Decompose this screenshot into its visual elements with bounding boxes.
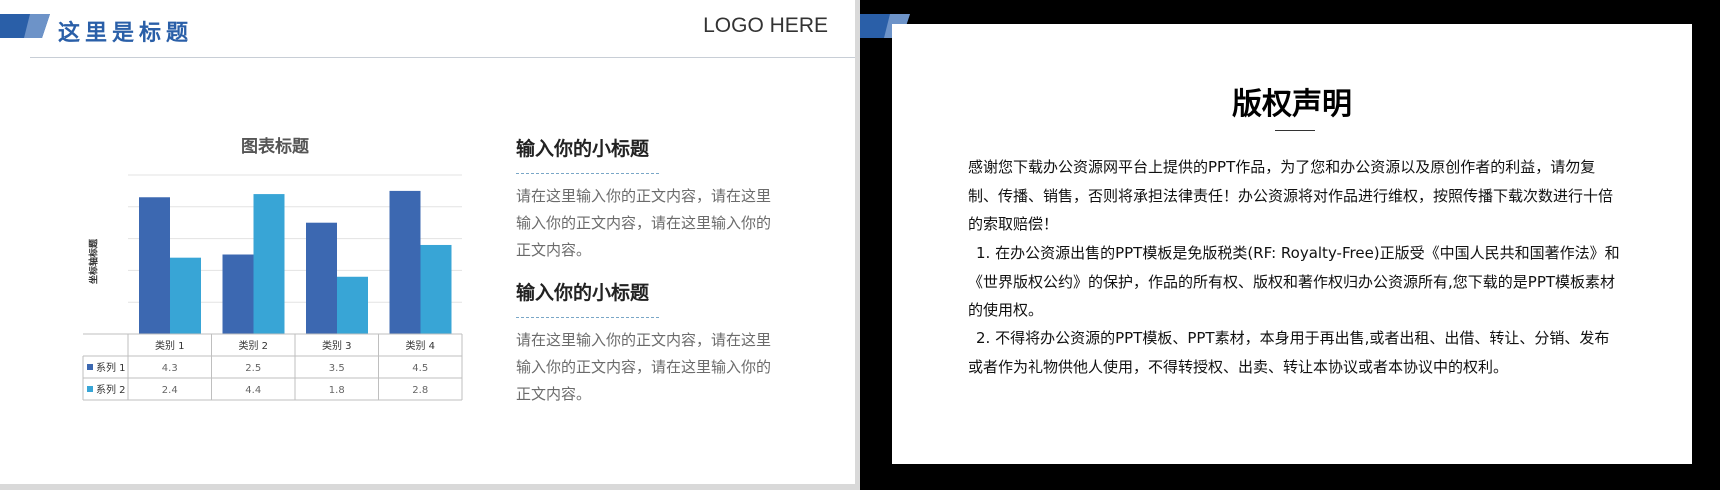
bar-1-4 [389,190,421,334]
data-label: 4.4 [245,385,261,396]
logo-placeholder: LOGO HERE [703,14,828,37]
header-divider [30,57,855,58]
body-text-2: 请在这里输入你的正文内容，请在这里输入你的正文内容，请在这里输入你的正文内容。 [516,331,772,403]
data-label: 3.5 [329,363,345,374]
notice-title: 版权声明 [1232,87,1352,122]
data-label: 1.8 [329,385,345,396]
subtitle-1: 输入你的小标题 [516,138,650,160]
subtitle-2: 输入你的小标题 [516,282,650,304]
slide-bottom-border [0,484,855,490]
legend-swatch [87,386,93,392]
chart-title: 图表标题 [241,137,309,157]
notice-title-underline [1275,130,1315,131]
data-label: 4.3 [162,363,178,374]
legend-swatch [87,364,93,370]
bar-1-1 [139,197,170,334]
data-label: 2.8 [412,385,428,396]
bar-1-2 [222,254,254,334]
data-label: 2.5 [245,363,261,374]
notice-paragraph-2: 1. 在办公资源出售的PPT模板是免版税类(RF: Royalty-Free)正… [968,244,1620,319]
bar-2-1 [170,257,201,334]
subtitle-divider-1 [516,173,659,174]
category-label: 类别 4 [405,339,435,352]
data-label: 2.4 [162,385,178,396]
notice-panel: 版权声明 感谢您下载办公资源网平台上提供的PPT作品，为了您和办公资源以及原创作… [892,24,1692,464]
legend-label: 系列 2 [96,383,126,396]
category-label: 类别 3 [322,339,352,352]
copyright-slide: 版权声明 感谢您下载办公资源网平台上提供的PPT作品，为了您和办公资源以及原创作… [860,0,1720,490]
bar-2-2 [253,194,285,334]
category-label: 类别 2 [238,339,268,352]
bar-2-4 [420,244,452,334]
bar-1-3 [306,222,337,334]
content-slide: 这里是标题 LOGO HERE 图表标题 坐标轴标题 类别 1 类别 2 类别 3类… [0,0,855,490]
category-label: 类别 1 [155,339,185,352]
bar-chart: 类别 1 类别 2 类别 3 类别 4 系列 1 4.3 2.5 3.5 4.5 系列 2 2.4 4… [82,174,463,401]
notice-paragraph-3: 2. 不得将办公资源的PPT模板、PPT素材，本身用于再出售,或者出租、出借、转… [968,329,1610,376]
subtitle-divider-2 [516,317,659,318]
notice-paragraph-1: 感谢您下载办公资源网平台上提供的PPT作品，为了您和办公资源以及原创作者的利益，… [968,158,1614,233]
bar-2-3 [337,276,368,334]
data-label: 4.5 [412,363,428,374]
body-text-1: 请在这里输入你的正文内容，请在这里输入你的正文内容，请在这里输入你的正文内容。 [516,187,772,259]
legend-label: 系列 1 [96,361,126,374]
